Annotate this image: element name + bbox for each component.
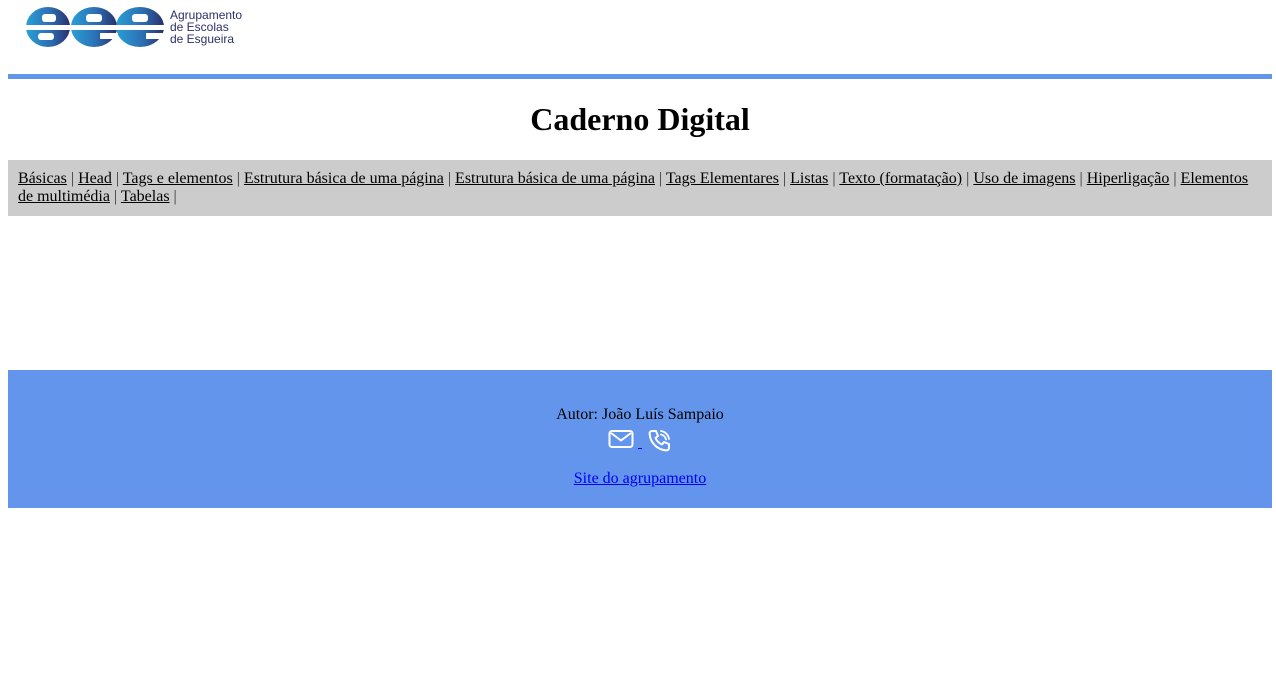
header: Agrupamento de Escolas de Esgueira bbox=[8, 0, 1272, 74]
envelope-icon bbox=[608, 430, 634, 448]
footer: Autor: João Luís Sampaio Site do agrupam… bbox=[8, 370, 1272, 508]
nav-link-uso-de-imagens[interactable]: Uso de imagens bbox=[973, 170, 1075, 187]
nav-link-estrutura-basica-1[interactable]: Estrutura básica de uma página bbox=[244, 170, 444, 187]
author-credit: Autor: João Luís Sampaio bbox=[556, 406, 724, 423]
nav-separator: | bbox=[113, 188, 118, 205]
nav-bar: Básicas | Head | Tags e elementos | Estr… bbox=[8, 160, 1272, 216]
nav-separator: | bbox=[782, 170, 787, 187]
nav-separator: | bbox=[70, 170, 75, 187]
page: Agrupamento de Escolas de Esgueira Cader… bbox=[0, 0, 1276, 508]
nav-link-listas[interactable]: Listas bbox=[790, 170, 828, 187]
nav-separator: | bbox=[447, 170, 452, 187]
logo-line-3: de Esgueira bbox=[170, 32, 235, 46]
site-link[interactable]: Site do agrupamento bbox=[574, 470, 706, 488]
aee-logo-icon bbox=[24, 7, 166, 47]
header-divider bbox=[8, 74, 1272, 79]
nav-link-hiperligacao[interactable]: Hiperligação bbox=[1087, 170, 1170, 187]
nav-separator: | bbox=[1079, 170, 1083, 187]
logo-text: Agrupamento de Escolas de Esgueira bbox=[170, 9, 242, 45]
nav-link-estrutura-basica-2[interactable]: Estrutura básica de uma página bbox=[455, 170, 655, 187]
page-title: Caderno Digital bbox=[530, 101, 750, 137]
nav-link-tabelas[interactable]: Tabelas bbox=[121, 188, 170, 205]
nav-separator: | bbox=[832, 170, 836, 187]
nav-separator: | bbox=[658, 170, 663, 187]
content-area bbox=[8, 216, 1272, 370]
nav-link-head[interactable]: Head bbox=[78, 170, 112, 187]
contact-links bbox=[608, 428, 672, 456]
phone-link[interactable] bbox=[646, 428, 672, 459]
nav-link-tags-e-elementos[interactable]: Tags e elementos bbox=[123, 170, 233, 187]
nav-link-texto-formatacao[interactable]: Texto (formatação) bbox=[839, 170, 962, 187]
nav-link-tags-elementares[interactable]: Tags Elementares bbox=[666, 170, 779, 187]
nav-link-basicas[interactable]: Básicas bbox=[18, 170, 67, 187]
nav-separator: | bbox=[173, 188, 177, 205]
link-underline bbox=[638, 448, 642, 449]
phone-icon bbox=[648, 430, 670, 452]
school-logo[interactable]: Agrupamento de Escolas de Esgueira bbox=[24, 6, 242, 48]
email-link[interactable] bbox=[608, 428, 634, 455]
nav-separator: | bbox=[236, 170, 240, 187]
nav-separator: | bbox=[1173, 170, 1177, 187]
nav-separator: | bbox=[966, 170, 970, 187]
nav-separator: | bbox=[115, 170, 120, 187]
